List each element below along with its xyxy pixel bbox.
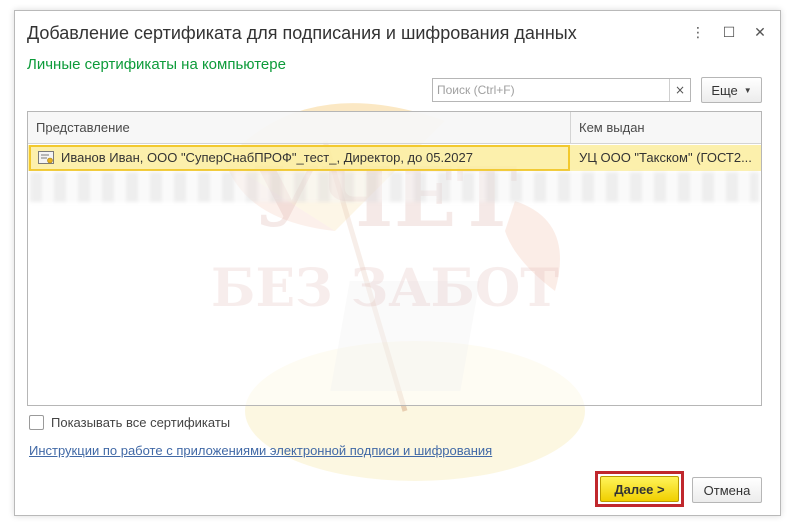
- title-bar: Добавление сертификата для подписания и …: [15, 11, 780, 53]
- certificates-table: Представление Кем выдан Иванов Иван, ООО…: [27, 111, 762, 406]
- cell-representation[interactable]: Иванов Иван, ООО "СуперСнабПРОФ"_тест_, …: [29, 145, 570, 171]
- dialog-title: Добавление сертификата для подписания и …: [27, 23, 577, 43]
- more-button-label: Еще: [711, 82, 738, 98]
- next-button[interactable]: Далее >: [600, 476, 679, 502]
- show-all-label: Показывать все сертификаты: [51, 415, 231, 430]
- instructions-link[interactable]: Инструкции по работе с приложениями элек…: [29, 443, 492, 458]
- more-button[interactable]: Еще ▼: [701, 77, 762, 103]
- search-field[interactable]: ×: [432, 78, 691, 102]
- more-options-icon[interactable]: ⋮: [688, 23, 708, 43]
- search-input[interactable]: [433, 79, 671, 101]
- show-all-checkbox[interactable]: [29, 415, 44, 430]
- show-all-certificates-toggle[interactable]: Показывать все сертификаты: [29, 415, 230, 430]
- blurred-row: [30, 172, 759, 202]
- column-header-issuer[interactable]: Кем выдан: [571, 112, 761, 143]
- certificate-dialog: УЧЕТ БЕЗ ЗАБОТ Добавление сертификата дл…: [14, 10, 781, 516]
- table-header: Представление Кем выдан: [28, 112, 761, 144]
- certificate-name: Иванов Иван, ООО "СуперСнабПРОФ"_тест_, …: [61, 150, 473, 165]
- column-header-representation[interactable]: Представление: [28, 112, 571, 143]
- maximize-icon[interactable]: ☐: [719, 23, 739, 43]
- clear-search-icon[interactable]: ×: [669, 79, 690, 101]
- cancel-button[interactable]: Отмена: [692, 477, 762, 503]
- certificate-icon: [38, 151, 54, 164]
- cell-issuer[interactable]: УЦ ООО "Такском" (ГОСТ2...: [571, 145, 761, 171]
- close-icon[interactable]: ✕: [750, 23, 770, 43]
- section-title: Личные сертификаты на компьютере: [27, 56, 286, 73]
- dropdown-arrow-icon: ▼: [743, 85, 752, 95]
- table-row[interactable]: Иванов Иван, ООО "СуперСнабПРОФ"_тест_, …: [28, 145, 761, 171]
